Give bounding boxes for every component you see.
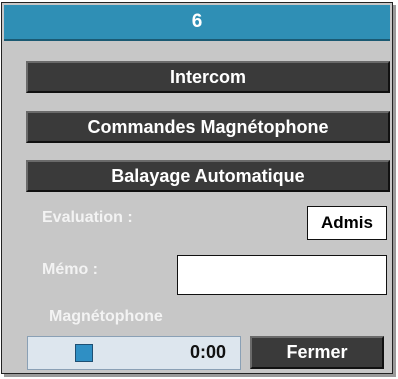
dialog-panel: 6 Intercom Commandes Magnétophone Balaya… <box>1 2 393 374</box>
auto-scan-button[interactable]: Balayage Automatique <box>26 160 390 192</box>
close-button[interactable]: Fermer <box>250 336 384 369</box>
recorder-commands-button[interactable]: Commandes Magnétophone <box>26 111 390 143</box>
record-indicator-icon[interactable] <box>75 344 93 362</box>
recorder-display: 0:00 <box>27 336 241 370</box>
dialog-title: 6 <box>4 5 390 41</box>
evaluation-label: Evaluation : <box>42 209 133 226</box>
recorder-time: 0:00 <box>189 342 226 362</box>
memo-field[interactable] <box>177 255 387 295</box>
evaluation-field[interactable]: Admis <box>307 206 387 240</box>
memo-label: Mémo : <box>42 261 98 278</box>
recorder-label: Magnétophone <box>49 308 163 325</box>
intercom-button[interactable]: Intercom <box>26 61 390 93</box>
